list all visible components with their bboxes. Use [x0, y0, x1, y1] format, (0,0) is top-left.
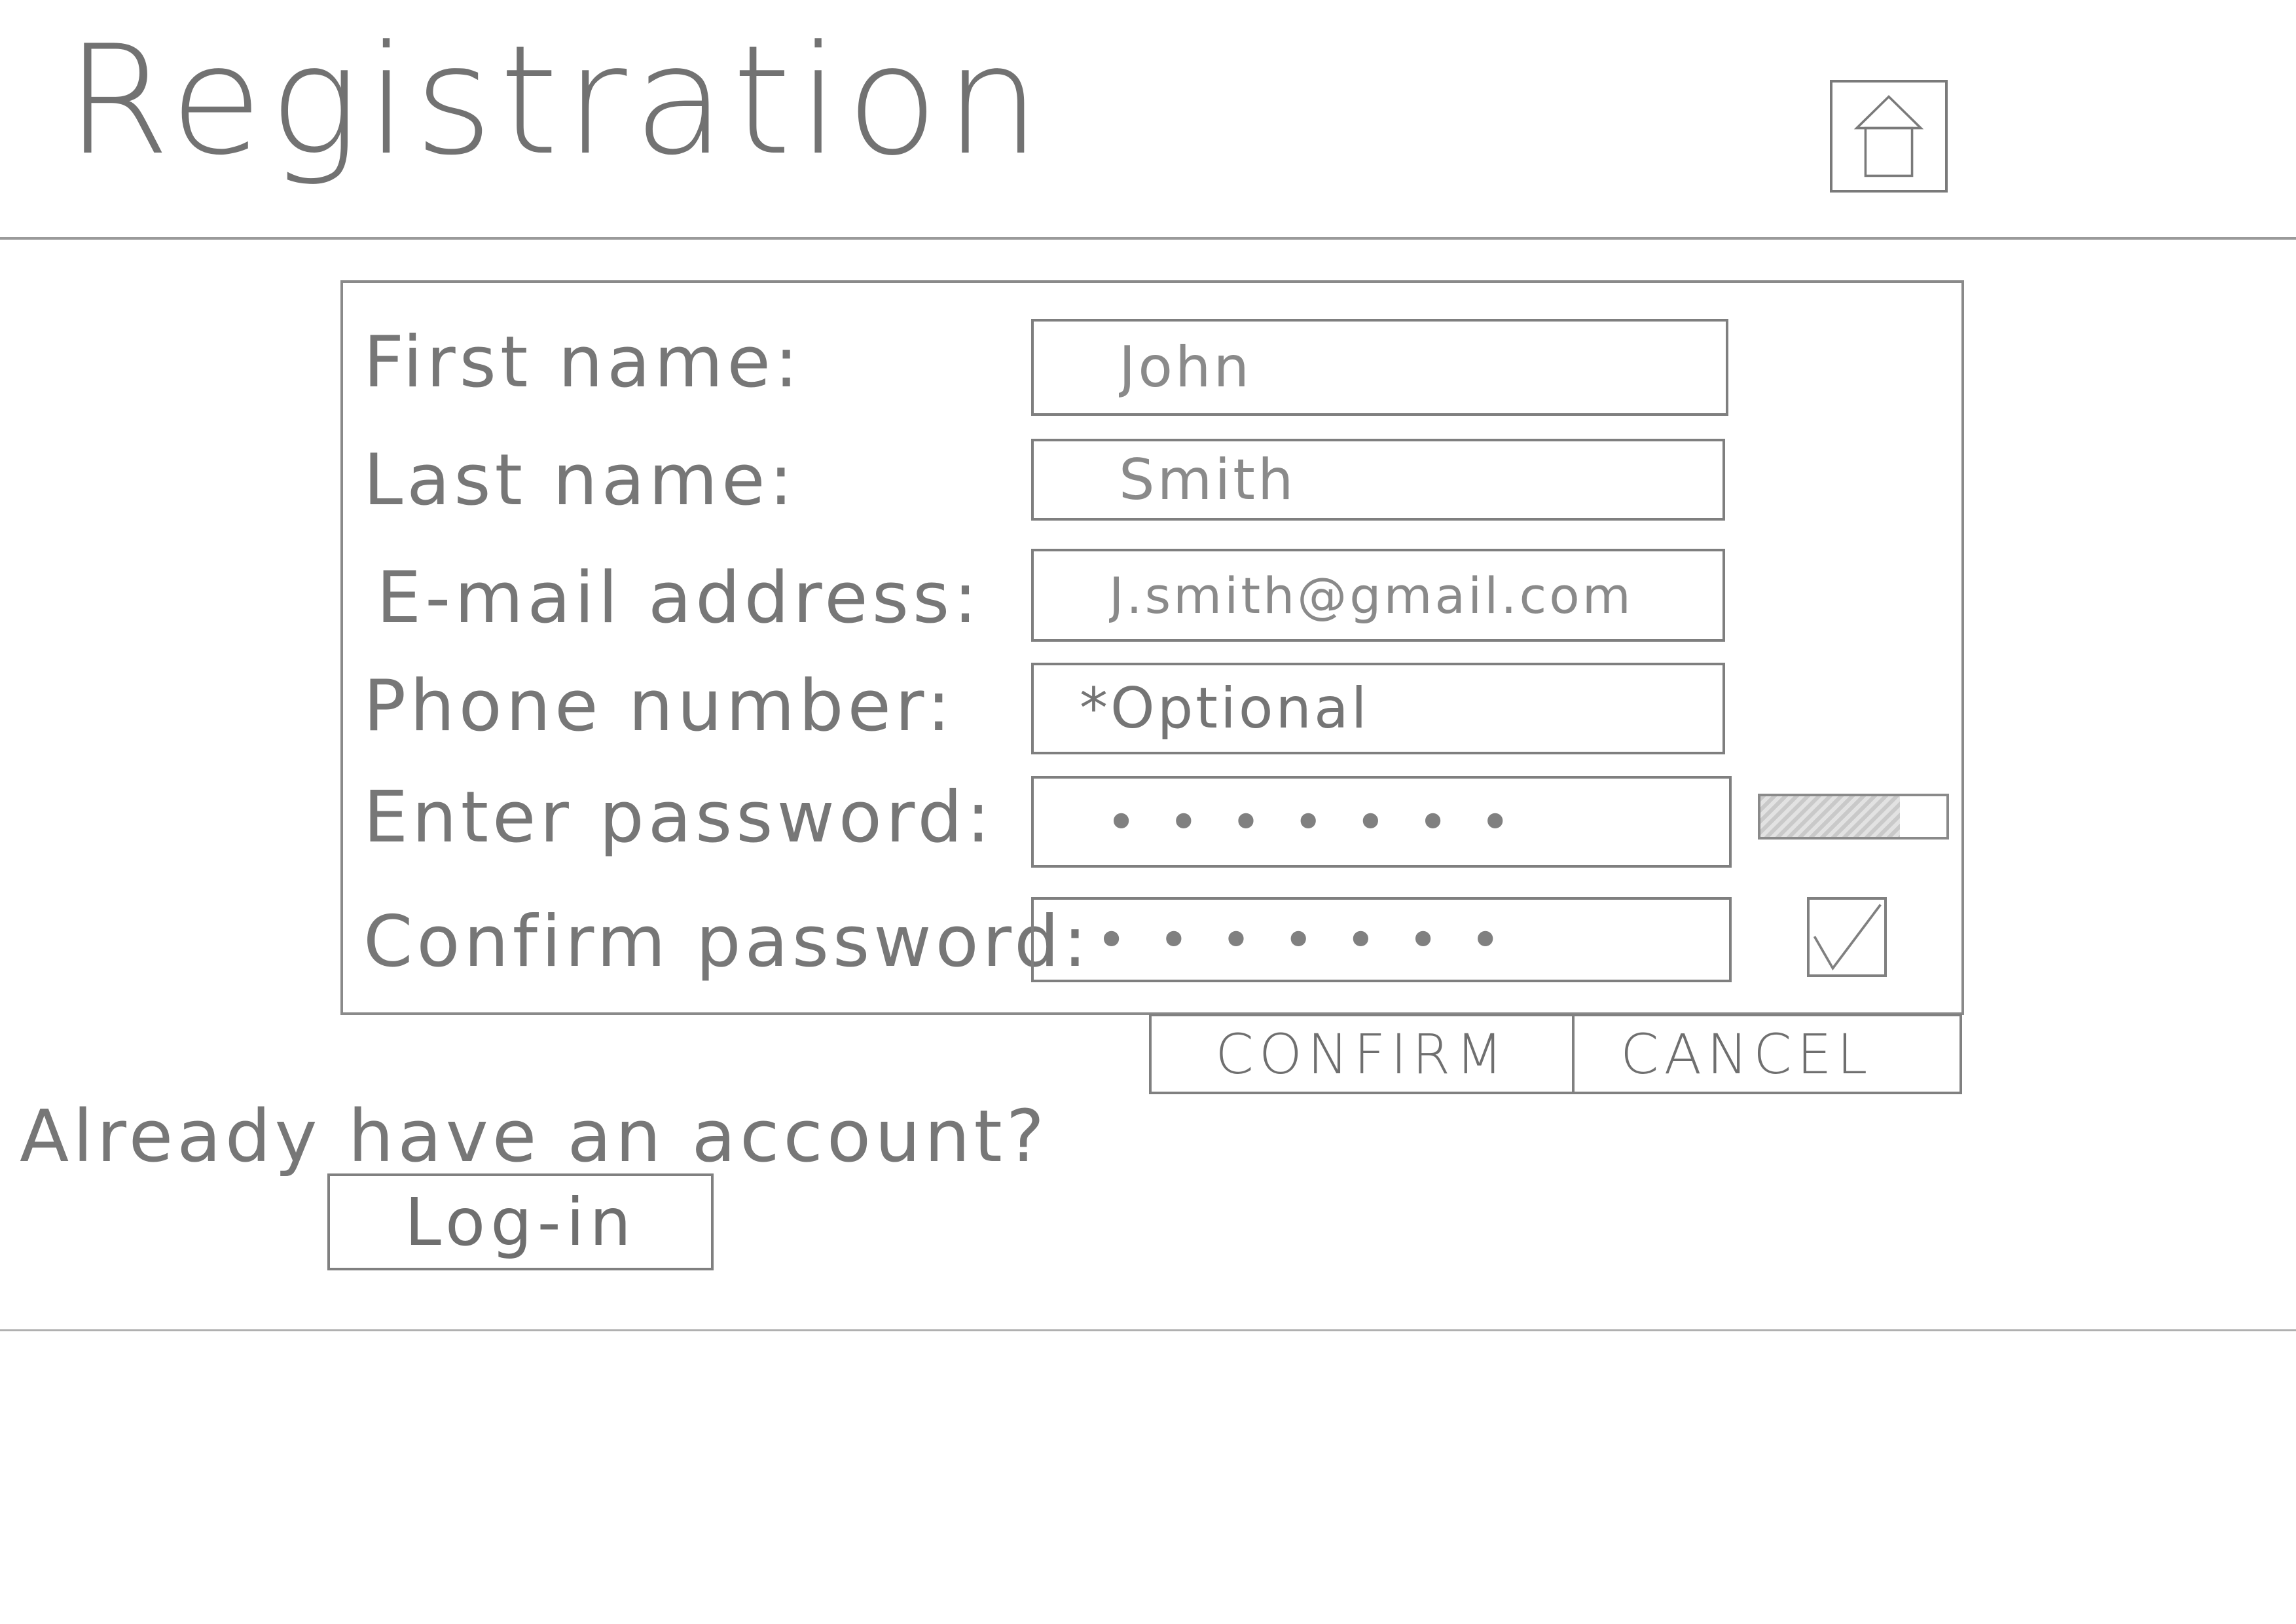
login-prompt: Already have an account? — [20, 1094, 1049, 1178]
first-name-input[interactable] — [1031, 319, 1728, 416]
phone-input[interactable] — [1031, 663, 1725, 754]
home-button[interactable] — [1830, 80, 1948, 193]
confirm-password-label: Confirm password: — [363, 901, 1091, 983]
header-divider — [0, 237, 2296, 240]
password-strength-fill — [1760, 796, 1900, 837]
password-label: Enter password: — [363, 777, 994, 858]
confirm-password-input[interactable] — [1031, 897, 1732, 982]
email-input[interactable] — [1031, 549, 1725, 642]
login-button[interactable]: Log-in — [327, 1173, 714, 1270]
cancel-button[interactable]: CANCEL — [1572, 1014, 1962, 1094]
last-name-input[interactable] — [1031, 439, 1725, 521]
checkmark-icon — [1813, 904, 1882, 971]
email-label: E-mail address: — [376, 557, 981, 639]
confirm-button[interactable]: CONFIRM — [1149, 1014, 1575, 1094]
phone-label: Phone number: — [363, 665, 955, 747]
page-title: Registration — [65, 14, 1047, 189]
password-match-checkbox[interactable] — [1807, 897, 1887, 977]
password-strength-meter — [1758, 794, 1949, 840]
footer-divider — [0, 1329, 2296, 1331]
password-input[interactable] — [1031, 776, 1732, 868]
home-icon — [1853, 95, 1924, 177]
last-name-label: Last name: — [363, 439, 797, 521]
first-name-label: First name: — [363, 322, 803, 403]
